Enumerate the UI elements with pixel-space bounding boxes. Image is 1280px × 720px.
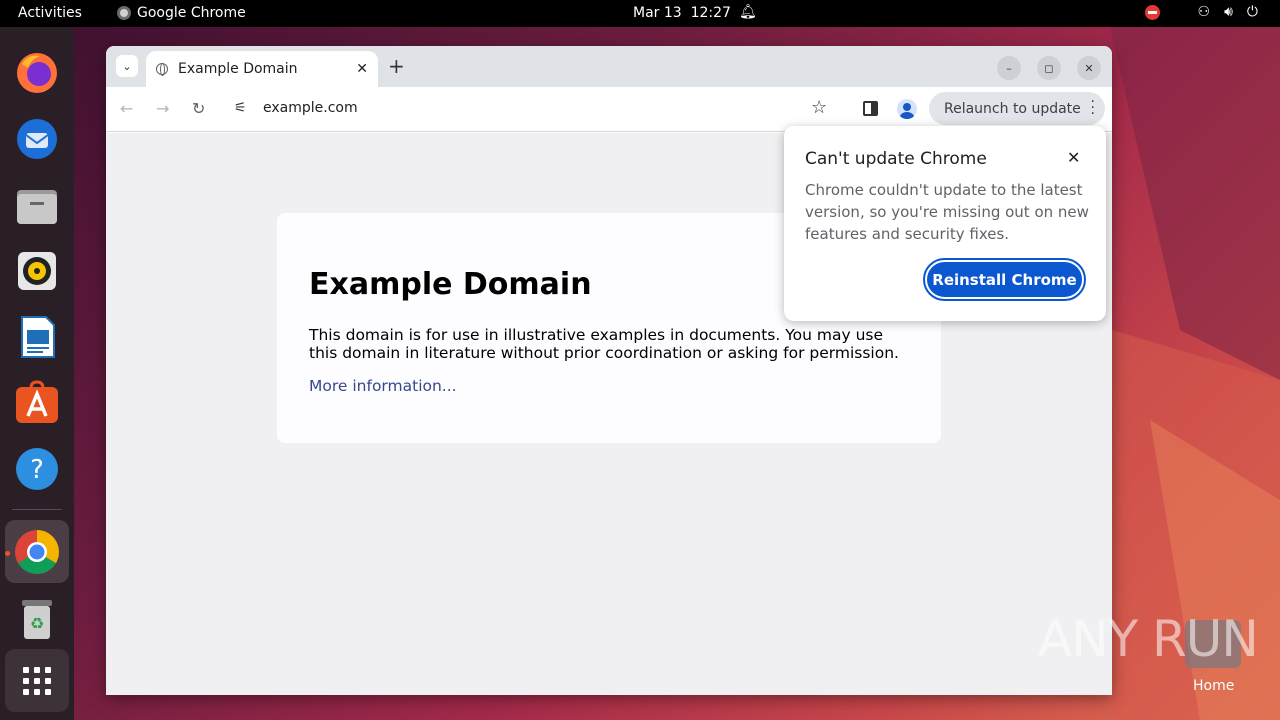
activities-button[interactable]: Activities (18, 5, 82, 21)
tab-example-domain[interactable]: Example Domain ✕ (146, 51, 378, 87)
bookmark-star-icon[interactable]: ☆ (811, 97, 827, 118)
more-information-link[interactable]: More information... (309, 377, 457, 395)
network-icon: ⚇ (1197, 4, 1211, 20)
tab-title: Example Domain (178, 61, 298, 77)
site-info-icon[interactable]: ⚟ (234, 100, 247, 116)
clock-time: 12:27 (690, 5, 731, 21)
maximize-button[interactable]: ◻ (1037, 56, 1061, 80)
reinstall-chrome-button[interactable]: Reinstall Chrome (923, 258, 1086, 301)
rhythmbox-icon[interactable] (13, 247, 61, 295)
dock: ? ♻ (0, 27, 74, 720)
page-heading: Example Domain (309, 267, 592, 302)
popup-body: Chrome couldn't update to the latest ver… (805, 181, 1089, 243)
chrome-icon[interactable] (13, 528, 61, 576)
page-paragraph: This domain is for use in illustrative e… (309, 326, 899, 362)
top-bar: Activities Google Chrome Mar 13 12:27 🔔︎… (0, 0, 1280, 27)
update-error-popup: Can't update Chrome ✕ Chrome couldn't up… (784, 126, 1106, 321)
forward-icon[interactable]: → (156, 99, 169, 118)
volume-icon: 🔊︎ (1224, 4, 1233, 20)
do-not-disturb-icon[interactable] (1144, 4, 1160, 20)
close-tab-icon[interactable]: ✕ (356, 61, 368, 77)
reload-icon[interactable]: ↻ (192, 99, 205, 118)
side-panel-icon[interactable] (863, 101, 878, 116)
address-bar[interactable]: example.com (263, 100, 358, 116)
writer-icon[interactable] (13, 313, 61, 361)
back-icon[interactable]: ← (120, 99, 133, 118)
running-indicator (5, 551, 10, 556)
chrome-small-icon (117, 6, 131, 20)
popup-title: Can't update Chrome (805, 149, 987, 169)
clock[interactable]: Mar 13 12:27 (633, 5, 731, 21)
more-menu-icon[interactable]: · · · (1091, 95, 1095, 121)
tab-strip: ⌄ Example Domain ✕ + – ◻ ✕ (106, 46, 1112, 87)
show-apps-icon[interactable] (13, 657, 61, 705)
minimize-button[interactable]: – (997, 56, 1021, 80)
maximize-icon: ◻ (1044, 61, 1054, 75)
popup-close-icon[interactable]: ✕ (1067, 148, 1080, 167)
globe-icon (156, 63, 168, 76)
chevron-down-icon: ⌄ (122, 59, 132, 73)
relaunch-to-update-button[interactable]: Relaunch to update · · · (929, 92, 1105, 125)
new-tab-button[interactable]: + (388, 54, 405, 78)
clock-date: Mar 13 (633, 5, 682, 21)
files-icon[interactable] (13, 181, 61, 229)
reinstall-label: Reinstall Chrome (927, 262, 1082, 297)
app-menu[interactable]: Google Chrome (117, 5, 246, 21)
minimize-icon: – (1006, 61, 1012, 75)
home-folder-label[interactable]: Home (1193, 678, 1234, 694)
svg-text:♻: ♻ (30, 614, 44, 633)
app-menu-label: Google Chrome (137, 5, 246, 21)
dock-separator (12, 509, 62, 510)
close-window-button[interactable]: ✕ (1077, 56, 1101, 80)
help-icon[interactable]: ? (13, 445, 61, 493)
close-icon: ✕ (1084, 61, 1094, 75)
firefox-icon[interactable] (13, 49, 61, 97)
relaunch-label: Relaunch to update (944, 100, 1081, 117)
svg-text:?: ? (30, 455, 44, 485)
profile-avatar-icon[interactable] (897, 99, 917, 119)
trash-icon[interactable]: ♻ (13, 595, 61, 643)
tab-search-button[interactable]: ⌄ (116, 55, 138, 77)
thunderbird-icon[interactable] (13, 115, 61, 163)
power-icon: ⏻ (1246, 4, 1258, 20)
system-tray[interactable]: ⚇ 🔊︎ ⏻ (1144, 4, 1258, 20)
anyrun-watermark: ANY RUN (1038, 610, 1259, 668)
app-center-icon[interactable] (13, 379, 61, 427)
notification-bell-icon[interactable]: 🔔︎ (739, 4, 757, 20)
